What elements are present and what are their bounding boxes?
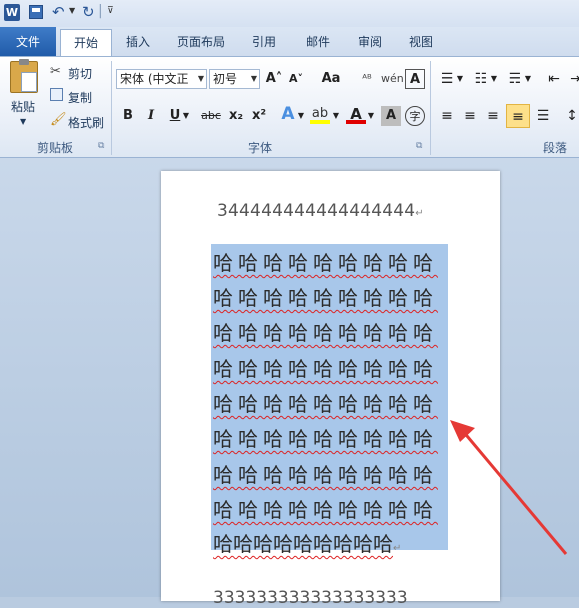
copy-button[interactable]: 复制 — [68, 89, 92, 106]
character-shading-icon[interactable]: A — [381, 106, 401, 126]
paragraph-group-label: 段落 — [542, 141, 567, 155]
font-color-icon[interactable]: A — [346, 104, 366, 124]
text-line-1-content: 344444444444444444 — [217, 201, 416, 221]
clipboard-group-label: 剪贴板 — [36, 141, 73, 155]
align-left-icon[interactable]: ≡ — [437, 106, 457, 126]
font-launcher-icon[interactable]: ⧉ — [416, 141, 422, 151]
undo-dropdown-icon[interactable]: ▼ — [69, 6, 75, 15]
enclose-character-icon[interactable]: 字 — [405, 106, 425, 126]
justify-icon[interactable]: ≡ — [506, 104, 530, 128]
cut-icon[interactable]: ✂ — [50, 64, 61, 79]
tab-insert[interactable]: 插入 — [118, 27, 158, 57]
text-line-ha-4[interactable]: 哈哈哈哈哈哈哈哈哈 — [213, 353, 438, 382]
paragraph-mark-icon: ↵ — [415, 208, 424, 219]
bullets-icon[interactable]: ☰ — [437, 69, 457, 89]
format-painter-button[interactable]: 格式刷 — [68, 114, 104, 131]
undo-icon[interactable]: ↶ — [52, 3, 65, 21]
chevron-down-icon[interactable]: ▼ — [455, 69, 465, 89]
change-case-button[interactable]: Aa — [318, 69, 344, 89]
clear-format-icon[interactable]: ᴬᴮ — [357, 69, 377, 89]
paste-dropdown-icon[interactable]: ▼ — [20, 117, 26, 126]
text-line-ha-8[interactable]: 哈哈哈哈哈哈哈哈哈 — [213, 494, 438, 523]
customize-qat-icon[interactable]: ⊽ — [107, 6, 114, 16]
redo-icon[interactable]: ↻ — [82, 3, 95, 21]
tab-home[interactable]: 开始 — [60, 29, 112, 58]
chevron-down-icon[interactable]: ▼ — [523, 69, 533, 89]
text-line-bottom[interactable]: 333333333333333333 — [213, 588, 408, 608]
text-line-ha-1[interactable]: 哈哈哈哈哈哈哈哈哈 — [213, 247, 438, 276]
tab-mailings[interactable]: 邮件 — [298, 27, 338, 57]
chevron-down-icon[interactable]: ▼ — [198, 70, 204, 88]
font-name-combo[interactable]: 宋体 (中文正 ▼ — [116, 69, 207, 89]
tab-page-layout[interactable]: 页面布局 — [170, 27, 232, 57]
format-painter-icon[interactable]: 🖌 — [50, 112, 67, 127]
text-line-ha-6[interactable]: 哈哈哈哈哈哈哈哈哈 — [213, 423, 438, 452]
character-border-icon[interactable]: A — [405, 69, 425, 89]
word-logo-icon[interactable]: W — [4, 4, 20, 21]
paste-icon[interactable] — [10, 59, 38, 93]
paste-button[interactable]: 粘贴 — [11, 98, 35, 115]
chevron-down-icon[interactable]: ▼ — [181, 106, 191, 126]
text-line-ha-5[interactable]: 哈哈哈哈哈哈哈哈哈 — [213, 388, 438, 417]
clipboard-launcher-icon[interactable]: ⧉ — [98, 141, 104, 151]
chevron-down-icon[interactable]: ▼ — [296, 106, 306, 126]
text-line-1[interactable]: 344444444444444444↵ — [217, 201, 424, 221]
chevron-down-icon[interactable]: ▼ — [489, 69, 499, 89]
strikethrough-button[interactable]: abc — [199, 106, 223, 126]
shrink-font-button[interactable]: A˅ — [286, 69, 306, 89]
superscript-button[interactable]: x² — [249, 106, 269, 126]
subscript-button[interactable]: x₂ — [226, 106, 246, 126]
ribbon-separator — [430, 61, 431, 155]
ribbon-home: 粘贴 ▼ ✂ 剪切 复制 🖌 格式刷 剪贴板 ⧉ 宋体 (中文正 ▼ 初号 ▼ … — [0, 56, 579, 158]
document-area[interactable]: 344444444444444444↵ 哈哈哈哈哈哈哈哈哈 哈哈哈哈哈哈哈哈哈 … — [0, 158, 579, 608]
italic-button[interactable]: I — [141, 106, 161, 126]
decrease-indent-icon[interactable]: ⇤ — [544, 69, 564, 89]
text-line-ha-7[interactable]: 哈哈哈哈哈哈哈哈哈 — [213, 459, 438, 488]
text-line-ha-3[interactable]: 哈哈哈哈哈哈哈哈哈 — [213, 317, 438, 346]
font-size-combo[interactable]: 初号 ▼ — [209, 69, 260, 89]
bold-button[interactable]: B — [118, 106, 138, 126]
highlight-icon[interactable]: ab — [310, 104, 330, 124]
copy-icon[interactable] — [50, 88, 63, 101]
ribbon-separator — [111, 61, 112, 155]
increase-indent-icon[interactable]: ⇥ — [566, 69, 579, 89]
qat-separator: | — [98, 3, 103, 19]
phonetic-guide-icon[interactable]: wén — [381, 69, 404, 89]
text-effects-icon[interactable]: A — [278, 104, 298, 124]
cut-button[interactable]: 剪切 — [68, 65, 92, 82]
line-spacing-icon[interactable]: ↕ — [562, 106, 579, 126]
font-name-value: 宋体 (中文正 — [120, 72, 189, 86]
grow-font-button[interactable]: A˄ — [264, 69, 284, 89]
chevron-down-icon[interactable]: ▼ — [331, 106, 341, 126]
font-size-value: 初号 — [213, 72, 238, 86]
tab-references[interactable]: 引用 — [244, 27, 284, 57]
distributed-icon[interactable]: ☰ — [533, 106, 553, 126]
quick-access-toolbar: W ↶ ▼ ↻ | ⊽ — [0, 0, 579, 27]
font-group-label: 字体 — [247, 141, 272, 155]
align-center-icon[interactable]: ≡ — [460, 106, 480, 126]
multilevel-list-icon[interactable]: ☴ — [505, 69, 525, 89]
tab-view[interactable]: 视图 — [401, 27, 441, 57]
tab-review[interactable]: 审阅 — [350, 27, 390, 57]
text-line-ha-9[interactable]: 哈哈哈哈哈哈哈哈哈↵ — [213, 528, 401, 557]
text-line-ha-9-content: 哈哈哈哈哈哈哈哈哈 — [213, 532, 393, 556]
align-right-icon[interactable]: ≡ — [483, 106, 503, 126]
tab-file[interactable]: 文件 — [0, 27, 56, 57]
chevron-down-icon[interactable]: ▼ — [251, 70, 257, 88]
document-page[interactable]: 344444444444444444↵ 哈哈哈哈哈哈哈哈哈 哈哈哈哈哈哈哈哈哈 … — [161, 171, 500, 608]
ribbon-tabs: 文件 开始 插入 页面布局 引用 邮件 审阅 视图 — [0, 27, 579, 58]
paragraph-mark-icon: ↵ — [393, 543, 402, 554]
chevron-down-icon[interactable]: ▼ — [366, 106, 376, 126]
text-line-ha-2[interactable]: 哈哈哈哈哈哈哈哈哈 — [213, 282, 438, 311]
save-icon[interactable] — [29, 5, 43, 19]
numbering-icon[interactable]: ☷ — [471, 69, 491, 89]
